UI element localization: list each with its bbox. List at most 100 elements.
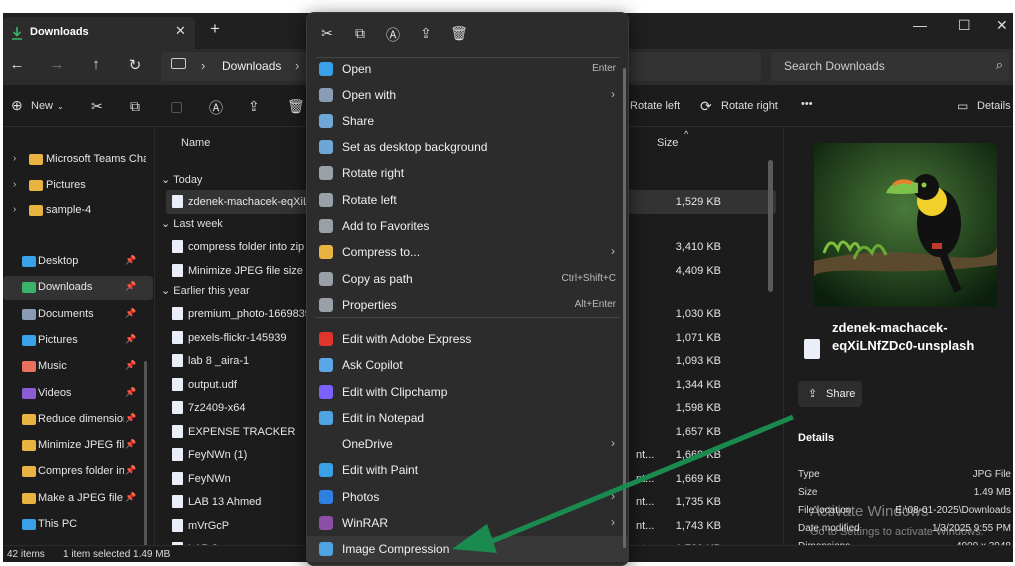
menu-item[interactable]: Add to Favorites — [307, 213, 628, 239]
menu-item-icon — [319, 463, 333, 477]
file-name: LAB 13 Ahmed — [188, 496, 262, 508]
menu-item-icon — [319, 516, 333, 530]
list-scrollbar[interactable] — [768, 160, 773, 292]
new-icon[interactable]: ⊕ — [11, 97, 23, 114]
menu-item[interactable]: Set as desktop background — [307, 134, 628, 160]
details-pane-icon: ▭ — [957, 99, 969, 113]
menu-item[interactable]: Copy as path Ctrl+Shift+C — [307, 266, 628, 292]
cut-icon[interactable]: ✂ — [317, 25, 337, 42]
quick-access-item[interactable]: Videos 📌 — [3, 382, 153, 406]
menu-item[interactable]: Ask Copilot — [307, 352, 628, 378]
menu-item-icon — [319, 358, 333, 372]
menu-item[interactable]: Image Compression — [307, 536, 628, 562]
file-size: 4,409 KB — [675, 264, 721, 277]
up-arrow-icon[interactable]: ↑ — [86, 56, 106, 73]
file-size: 1,669 KB — [675, 472, 721, 485]
delete-icon[interactable]: 🗑 — [287, 98, 305, 115]
menu-item-label: Ask Copilot — [342, 358, 403, 372]
quick-access-item[interactable]: Music 📌 — [3, 355, 153, 379]
folder-icon — [22, 308, 36, 320]
new-button[interactable]: New — [31, 100, 53, 112]
menu-item[interactable]: Rotate left — [307, 187, 628, 213]
minimize-button[interactable]: — — [913, 17, 927, 33]
delete-icon[interactable]: 🗑 — [449, 25, 469, 42]
quick-access-label: Compres folder into — [38, 465, 124, 478]
navigation-pane: › Microsoft Teams Cha › Pictures › sample-4 De… — [3, 129, 155, 561]
group-header[interactable]: ⌄ Last week — [161, 217, 223, 230]
menu-item[interactable]: Edit in Notepad — [307, 405, 628, 431]
copy-icon[interactable]: ⧉ — [130, 98, 140, 115]
folder-icon — [22, 413, 36, 425]
rotate-right-button[interactable]: Rotate right — [721, 100, 778, 112]
column-size-header[interactable]: Size — [657, 137, 678, 149]
group-header[interactable]: ⌄ Today — [161, 173, 202, 186]
menu-item[interactable]: Edit with Clipchamp — [307, 379, 628, 405]
quick-access-item[interactable]: Minimize JPEG file s📌 — [3, 434, 153, 458]
file-size: 1,030 KB — [675, 308, 721, 320]
rename-icon[interactable]: Ⓐ — [209, 98, 223, 118]
menu-item[interactable]: Share — [307, 108, 628, 134]
tab-close-icon[interactable]: ✕ — [175, 23, 186, 39]
quick-access-item[interactable]: Reduce dimensions📌 — [3, 408, 153, 432]
search-box[interactable]: Search Downloads ⌕ — [771, 52, 1009, 81]
tree-item[interactable]: › Pictures — [3, 174, 153, 198]
file-name: lab 8 _aira-1 — [188, 355, 250, 367]
search-input[interactable]: Search Downloads — [784, 59, 885, 73]
tree-item[interactable]: › sample-4 — [3, 199, 153, 223]
file-type: nt... — [636, 496, 655, 508]
quick-access-item[interactable]: Downloads 📌 — [3, 276, 153, 301]
paste-icon[interactable]: ▢ — [170, 98, 183, 115]
quick-access-item[interactable]: This PC — [3, 513, 153, 537]
menu-item-label: Edit with Clipchamp — [342, 385, 448, 399]
menu-item[interactable]: Compress to... › — [307, 239, 628, 265]
nav-scrollbar[interactable] — [144, 361, 147, 561]
menu-item[interactable]: OneDrive › — [307, 431, 628, 457]
menu-item[interactable]: Open with › — [307, 82, 628, 108]
close-window-button[interactable]: ✕ — [996, 17, 1008, 34]
more-options-button[interactable]: ••• — [801, 98, 813, 110]
quick-access-label: Documents — [38, 307, 94, 320]
menu-item[interactable]: Properties Alt+Enter — [307, 292, 628, 318]
maximize-button[interactable]: ☐ — [958, 17, 971, 34]
column-name-header[interactable]: Name — [181, 137, 210, 149]
menu-item[interactable]: Open Enter — [307, 56, 628, 82]
file-name: Minimize JPEG file size — [188, 264, 303, 277]
refresh-icon[interactable]: ↻ — [125, 56, 145, 74]
tab-downloads[interactable]: Downloads ✕ — [3, 17, 195, 49]
detail-value: 1.49 MB — [973, 487, 1011, 498]
image-file-icon — [804, 339, 820, 359]
quick-access-item[interactable]: Make a JPEG file sm📌 — [3, 487, 153, 511]
group-header[interactable]: ⌄ Earlier this year — [161, 284, 250, 297]
menu-item-label: Add to Favorites — [342, 219, 430, 233]
menu-item[interactable]: Edit with Adobe Express — [307, 326, 628, 352]
breadcrumb-downloads[interactable]: Downloads — [222, 59, 281, 73]
menu-item-icon — [319, 490, 333, 504]
back-arrow-icon[interactable]: ← — [7, 56, 27, 73]
rename-icon[interactable]: Ⓐ — [383, 25, 403, 45]
cut-icon[interactable]: ✂ — [91, 98, 103, 115]
rotate-left-button[interactable]: Rotate left — [630, 100, 680, 112]
new-tab-button[interactable]: + — [210, 19, 220, 39]
preview-share-button[interactable]: ⇪ Share — [798, 381, 862, 407]
quick-access-item[interactable]: Desktop 📌 — [3, 250, 153, 274]
menu-item[interactable]: Rotate right — [307, 160, 628, 186]
quick-access-item[interactable]: Documents 📌 — [3, 303, 153, 327]
tree-item[interactable]: › Microsoft Teams Cha — [3, 148, 153, 172]
chevron-right-icon: › — [201, 58, 206, 73]
menu-item[interactable]: Photos › — [307, 484, 628, 510]
copy-icon[interactable]: ⧉ — [350, 25, 370, 42]
quick-access-item[interactable]: Compres folder into📌 — [3, 460, 153, 484]
share-icon[interactable]: ⇪ — [416, 25, 436, 42]
menu-item-label: Open — [342, 62, 372, 76]
sort-indicator-icon: ^ — [684, 129, 689, 139]
forward-arrow-icon[interactable]: → — [47, 56, 67, 73]
menu-item[interactable]: WinRAR › — [307, 510, 628, 536]
share-icon[interactable]: ⇪ — [248, 98, 260, 115]
menu-scrollbar[interactable] — [623, 68, 626, 548]
menu-item-icon — [319, 385, 333, 399]
menu-item[interactable]: Edit with Paint — [307, 457, 628, 483]
details-button[interactable]: Details — [977, 100, 1011, 112]
quick-access-item[interactable]: Pictures 📌 — [3, 329, 153, 353]
menu-item-icon — [319, 88, 333, 102]
quick-access-label: Downloads — [38, 281, 93, 294]
